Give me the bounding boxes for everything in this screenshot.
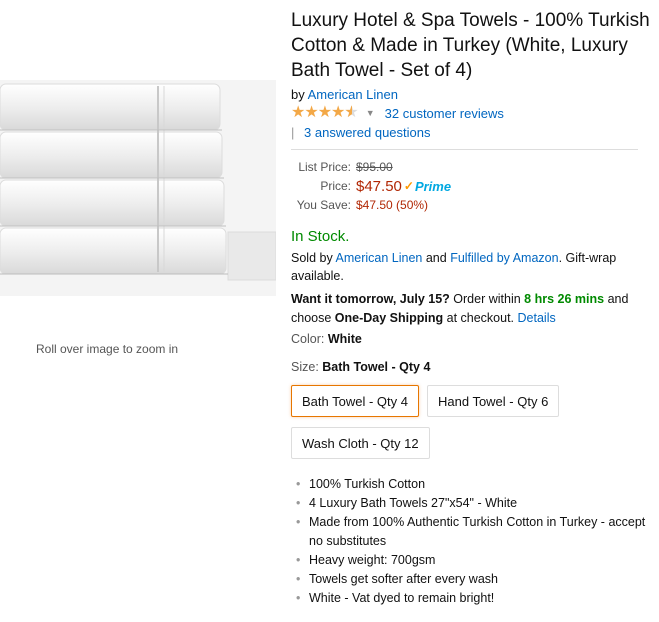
seller-info: Sold by American Linen and Fulfilled by … bbox=[291, 249, 651, 285]
star-icon: ★ bbox=[317, 104, 332, 121]
byline: by American Linen bbox=[291, 86, 651, 103]
price-row: Price: $47.50 ✓ Prime bbox=[291, 177, 651, 196]
delivery-promise: Want it tomorrow, July 15? bbox=[291, 292, 450, 306]
price-value: $47.50 bbox=[356, 178, 402, 195]
product-title: Luxury Hotel & Spa Towels - 100% Turkish… bbox=[291, 10, 650, 81]
stock-status: In Stock. bbox=[291, 228, 350, 245]
chevron-down-icon[interactable]: ▼ bbox=[366, 108, 375, 118]
size-option-hand-towel[interactable]: Hand Towel - Qty 6 bbox=[426, 385, 560, 417]
qa-row: | 3 answered questions bbox=[291, 123, 651, 143]
list-price-label: List Price: bbox=[298, 160, 351, 174]
fulfilled-link[interactable]: Fulfilled by Amazon bbox=[450, 251, 558, 265]
color-label: Color: bbox=[291, 332, 325, 346]
color-value: White bbox=[327, 332, 362, 346]
size-label: Size: bbox=[291, 360, 319, 374]
color-selection: Color: White bbox=[291, 330, 651, 348]
separator: | bbox=[291, 125, 295, 140]
shipping-option: One-Day Shipping bbox=[334, 311, 444, 325]
zoom-hint: Roll over image to zoom in bbox=[36, 342, 179, 356]
feature-item: White - Vat dyed to remain bright! bbox=[291, 589, 651, 608]
star-icon: ★ bbox=[304, 104, 318, 121]
product-details: Luxury Hotel & Spa Towels - 100% Turkish… bbox=[291, 8, 651, 608]
feature-item: 4 Luxury Bath Towels 27"x54" - White bbox=[291, 494, 651, 513]
answered-questions-link[interactable]: 3 answered questions bbox=[304, 125, 430, 140]
feature-bullets: 100% Turkish Cotton 4 Luxury Bath Towels… bbox=[291, 475, 651, 608]
sold-prefix: Sold by bbox=[291, 251, 333, 265]
rating-row: ★★★★★ ▼ 32 customer reviews bbox=[291, 103, 651, 123]
delivery-info: Want it tomorrow, July 15? Order within … bbox=[291, 290, 651, 328]
order-within-text: Order within bbox=[453, 292, 521, 306]
savings-value: $47.50 (50%) bbox=[356, 198, 429, 212]
star-icon: ★ bbox=[331, 104, 345, 121]
reviews-link[interactable]: 32 customer reviews bbox=[385, 106, 504, 121]
half-star-icon: ★ bbox=[344, 105, 358, 122]
price-block: List Price: $95.00 Price: $47.50 ✓ Prime… bbox=[291, 158, 651, 215]
checkout-text: at checkout. bbox=[446, 311, 515, 325]
size-value: Bath Towel - Qty 4 bbox=[322, 360, 431, 374]
image-column: Roll over image to zoom in bbox=[0, 0, 285, 622]
star-rating[interactable]: ★★★★★ bbox=[291, 104, 359, 122]
divider bbox=[291, 149, 638, 150]
feature-item: Heavy weight: 700gsm bbox=[291, 551, 651, 570]
size-options: Bath Towel - Qty 4 Hand Towel - Qty 6 Wa… bbox=[291, 381, 651, 465]
prime-label: Prime bbox=[414, 179, 452, 194]
feature-item: 100% Turkish Cotton bbox=[291, 475, 651, 494]
by-prefix: by bbox=[291, 87, 305, 102]
price-label: Price: bbox=[320, 179, 351, 193]
prime-check-icon: ✓ bbox=[403, 179, 414, 193]
seller-link[interactable]: American Linen bbox=[336, 251, 423, 265]
product-image[interactable] bbox=[0, 80, 276, 296]
countdown: 8 hrs 26 mins bbox=[524, 292, 605, 306]
and-text: and bbox=[425, 251, 447, 265]
brand-link[interactable]: American Linen bbox=[308, 87, 398, 102]
size-option-wash-cloth[interactable]: Wash Cloth - Qty 12 bbox=[291, 427, 430, 459]
prime-badge[interactable]: ✓ Prime bbox=[404, 177, 451, 196]
size-option-bath-towel[interactable]: Bath Towel - Qty 4 bbox=[291, 385, 419, 417]
feature-item: Towels get softer after every wash bbox=[291, 570, 651, 589]
size-selection: Size: Bath Towel - Qty 4 bbox=[291, 358, 651, 376]
savings-label: You Save: bbox=[296, 198, 351, 212]
list-price-row: List Price: $95.00 bbox=[291, 158, 651, 177]
feature-item: Made from 100% Authentic Turkish Cotton … bbox=[291, 513, 651, 551]
list-price-value: $95.00 bbox=[356, 160, 393, 174]
details-link[interactable]: Details bbox=[518, 311, 556, 325]
savings-row: You Save: $47.50 (50%) bbox=[291, 196, 651, 215]
star-icon: ★ bbox=[291, 104, 305, 121]
